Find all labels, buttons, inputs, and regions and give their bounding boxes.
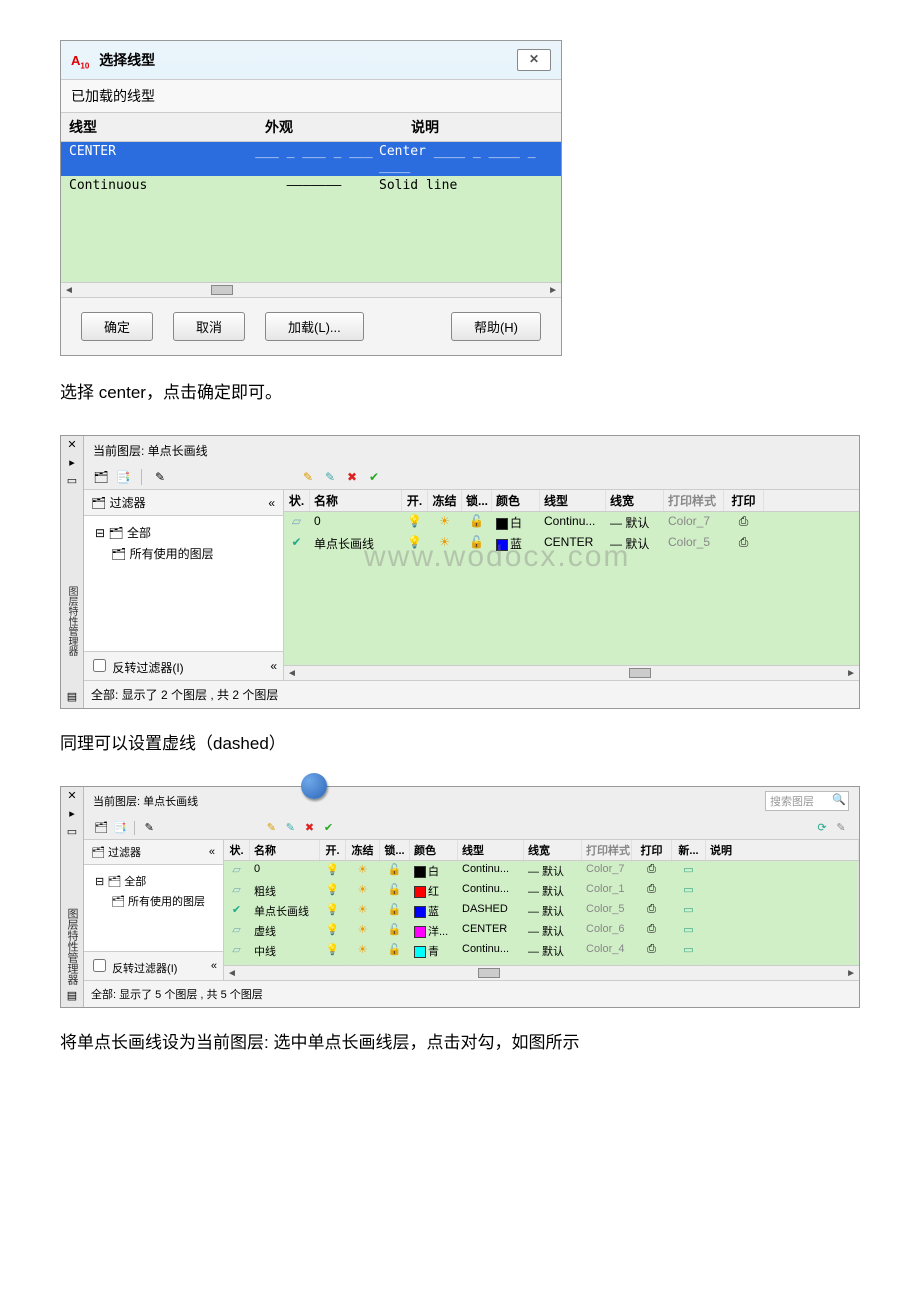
layer-manager-panel-1: ✕ ▸ ▭ 图层特性管理器 ▤ 当前图层: 单点长画线 🗂 📑 ✎ ✎ ✎ ✖ … [60,435,860,709]
linetype-row-center[interactable]: CENTER ___ _ ___ _ ___ Center ____ _ ___… [61,142,561,176]
vertical-title: 图层特性管理器 [64,586,79,656]
layer-toolbar: 🗂 📑 ✎ ✎ ✎ ✖ ✔ ⟳ ✎ [83,815,859,840]
grid-scrollbar[interactable]: ◄► [284,665,859,680]
collapse-icon[interactable]: ▸ [65,807,79,821]
highlight-marker [301,773,327,799]
set-current-icon[interactable]: ✔ [366,469,382,485]
ok-button[interactable]: 确定 [81,312,153,341]
help-button[interactable]: 帮助(H) [451,312,541,341]
new-layer-state-icon[interactable]: 🗂 [93,819,109,835]
layer-grid: 状. 名称 开. 冻结 锁... 颜色 线型 线宽 打印样式 打印 ▱0💡☀🔓白… [284,490,859,680]
layer-grid-header: 状. 名称 开. 冻结 锁... 颜色 线型 线宽 打印样式 打印 新... 说… [224,840,859,861]
refresh-icon[interactable]: ⟳ [814,819,830,835]
layer-manager-panel-2: ✕ ▸ ▭ 图层特性管理器 ▤ 当前图层: 单点长画线 搜索图层 🔍 🗂 📑 [60,786,860,1008]
new-layer-state-icon[interactable]: 🗂 [93,469,109,485]
search-icon[interactable]: 🔍 [832,793,846,806]
collapse-filter-icon-2[interactable]: « [270,659,277,673]
linetype-list-header: 线型 外观 说明 [61,113,561,142]
select-linetype-dialog: A10 选择线型 ✕ 已加载的线型 线型 外观 说明 CENTER ___ _ … [60,40,562,356]
filter-header: 过滤器 [110,496,146,510]
cancel-button[interactable]: 取消 [173,312,245,341]
delete-layer-icon[interactable]: ✖ [301,819,317,835]
header-linetype: 线型 [61,113,257,141]
vertical-title: 图层特性管理器 [64,908,80,985]
layer-row[interactable]: ✔单点长画线💡☀🔓蓝DASHED— 默认Color_5⎙▭ [224,901,859,921]
current-layer-label: 当前图层: 单点长画线 [93,793,198,809]
layer-row[interactable]: ▱0💡☀🔓白Continu...— 默认Color_7⎙▭ [224,861,859,881]
layer-row[interactable]: ✔单点长画线💡☀🔓蓝CENTER— 默认Color_5⎙ [284,533,859,554]
search-layer-input[interactable]: 搜索图层 🔍 [765,791,849,811]
layer-states-icon[interactable]: 📑 [112,819,128,835]
instruction-text-2: 同理可以设置虚线（dashed） [60,727,860,761]
panel-sidebar: ✕ ▸ ▭ 图层特性管理器 ▤ [61,787,84,1007]
layer-row[interactable]: ▱粗线💡☀🔓红Continu...— 默认Color_1⎙▭ [224,881,859,901]
new-layer-freeze-icon[interactable]: ✎ [282,819,298,835]
filter-tree[interactable]: ⊟ 🗂 全部 🗂 所有使用的图层 [83,516,283,651]
layer-row[interactable]: ▱0💡☀🔓白Continu...— 默认Color_7⎙ [284,512,859,533]
dialog-title-text: 选择线型 [99,52,155,68]
layer-grid-body[interactable]: ▱0💡☀🔓白Continu...— 默认Color_7⎙▭▱粗线💡☀🔓红Cont… [224,861,859,965]
layer-icon[interactable]: ▤ [65,690,79,704]
delete-layer-icon[interactable]: ✖ [344,469,360,485]
app-icon: A10 [71,53,89,68]
load-button[interactable]: 加载(L)... [265,312,364,341]
collapse-icon[interactable]: ▸ [65,456,79,470]
close-icon[interactable]: ✕ [65,789,79,803]
pin-icon[interactable]: ▭ [65,825,79,839]
new-layer-icon[interactable]: ✎ [263,819,279,835]
loaded-linetypes-label: 已加载的线型 [61,79,561,113]
layer-toolbar: 🗂 📑 ✎ ✎ ✎ ✖ ✔ [83,465,859,490]
current-layer-label: 当前图层: 单点长画线 [83,436,859,465]
close-icon[interactable]: ✕ [65,438,79,452]
layer-grid-header: 状. 名称 开. 冻结 锁... 颜色 线型 线宽 打印样式 打印 [284,490,859,512]
layer-row[interactable]: ▱中线💡☀🔓青Continu...— 默认Color_4⎙▭ [224,941,859,961]
layer-grid: 状. 名称 开. 冻结 锁... 颜色 线型 线宽 打印样式 打印 新... 说… [224,840,859,980]
status-line: 全部: 显示了 2 个图层 , 共 2 个图层 [83,680,859,708]
collapse-filter-icon[interactable]: « [268,496,275,510]
new-layer-freeze-icon[interactable]: ✎ [322,469,338,485]
header-description: 说明 [403,113,561,141]
dialog-button-row: 确定 取消 加载(L)... 帮助(H) [61,297,561,355]
new-layer-icon[interactable]: ✎ [300,469,316,485]
set-current-icon[interactable]: ✔ [321,819,337,835]
collapse-filter-icon[interactable]: « [209,846,215,858]
pin-icon[interactable]: ▭ [65,474,79,488]
dialog-titlebar: A10 选择线型 ✕ [61,41,561,79]
new-layer-icon-2[interactable]: ✎ [141,819,157,835]
header-appearance: 外观 [257,113,403,141]
filter-pane: 🗂 过滤器 « ⊟ 🗂 全部 🗂 所有使用的图层 反转过滤器(I) « [83,840,224,980]
collapse-filter-icon-2[interactable]: « [211,960,217,972]
new-layer-icon-2[interactable]: ✎ [152,469,168,485]
close-button[interactable]: ✕ [517,49,551,71]
layer-grid-body[interactable]: ▱0💡☀🔓白Continu...— 默认Color_7⎙✔单点长画线💡☀🔓蓝CE… [284,512,859,665]
status-line: 全部: 显示了 5 个图层 , 共 5 个图层 [83,980,859,1007]
panel-sidebar: ✕ ▸ ▭ 图层特性管理器 ▤ [61,436,84,708]
filter-tree[interactable]: ⊟ 🗂 全部 🗂 所有使用的图层 [83,865,223,951]
layer-row[interactable]: ▱虚线💡☀🔓洋...CENTER— 默认Color_6⎙▭ [224,921,859,941]
grid-scrollbar[interactable]: ◄► [224,965,859,980]
linetype-row-continuous[interactable]: Continuous ——————— Solid line [61,176,561,195]
filter-header: 过滤器 [108,847,141,859]
instruction-text-3: 将单点长画线设为当前图层: 选中单点长画线层，点击对勾，如图所示 [60,1026,860,1060]
linetype-list[interactable]: CENTER ___ _ ___ _ ___ Center ____ _ ___… [61,142,561,282]
layer-states-icon[interactable]: 📑 [115,469,131,485]
invert-filter-checkbox[interactable]: 反转过滤器(I) [89,956,177,976]
instruction-text-1: 选择 center，点击确定即可。 [60,376,860,410]
invert-filter-checkbox[interactable]: 反转过滤器(I) [89,656,184,676]
layer-icon[interactable]: ▤ [65,989,79,1003]
horizontal-scrollbar[interactable]: ◄ ► [61,282,561,297]
filter-pane: 🗂 过滤器 « ⊟ 🗂 全部 🗂 所有使用的图层 反转过滤器(I) « [83,490,284,680]
settings-icon[interactable]: ✎ [833,819,849,835]
